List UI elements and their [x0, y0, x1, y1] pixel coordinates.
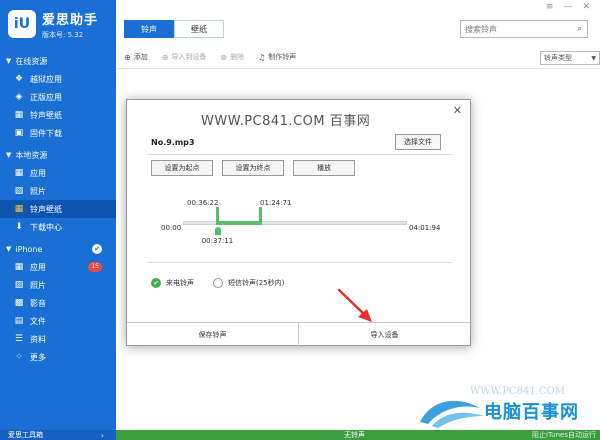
- save-ringtone-button[interactable]: 保存铃声: [127, 323, 298, 346]
- selection-range[interactable]: [216, 221, 262, 225]
- sidebar-item-iphone-more[interactable]: ⁘ 更多: [0, 348, 116, 366]
- photo-icon: ▨: [14, 186, 24, 196]
- start-handle[interactable]: [215, 207, 219, 225]
- import-icon: ⊕: [161, 52, 169, 62]
- window-controls: ≡ — ✕: [546, 2, 590, 12]
- sidebar-item-iphone-files[interactable]: ▤ 文件: [0, 312, 116, 330]
- file-icon: ▤: [14, 316, 24, 326]
- app-version: 版本号: 5.32: [42, 30, 84, 39]
- watermark-name: 电脑百事网: [484, 402, 579, 423]
- add-button[interactable]: ⊕ 添加: [124, 52, 148, 62]
- caret-down-icon: ▼: [6, 245, 12, 253]
- toolbar-divider: [116, 68, 600, 69]
- sidebar-item-local-photos[interactable]: ▨ 照片: [0, 182, 116, 200]
- download-icon: ⬇: [15, 222, 23, 232]
- status-bar: 无铃声 阻止iTunes自动运行: [116, 430, 600, 440]
- status-text: 无铃声: [344, 431, 365, 439]
- import-device-button[interactable]: 导入设备: [298, 323, 470, 346]
- ringtone-maker-dialog: WWW.PC841.COM 百事网 ✕ No.9.mp3 选择文件 设置为起点 …: [126, 99, 471, 346]
- app-logo-icon: iU: [8, 10, 36, 38]
- sidebar-item-iphone-info[interactable]: ☰ 资料: [0, 330, 116, 348]
- sidebar-item-jailbreak-apps[interactable]: ❖ 越狱应用: [0, 70, 116, 88]
- toolbox-button[interactable]: 爱思工具箱 ›: [0, 430, 116, 440]
- app-count-badge: 15: [88, 262, 102, 272]
- info-icon: ☰: [14, 334, 24, 344]
- delete-icon: ⊗: [220, 52, 228, 62]
- more-icon: ⁘: [15, 352, 23, 362]
- watermark-logo-icon: [420, 400, 484, 428]
- section-iphone[interactable]: ▼ iPhone ✔: [0, 240, 116, 258]
- bell-icon: ♫: [258, 52, 266, 62]
- sidebar-item-firmware[interactable]: ▣ 固件下载: [0, 124, 116, 142]
- file-name: No.9.mp3: [151, 138, 195, 147]
- option-sms-ringtone[interactable]: 短信铃声(25秒内): [213, 278, 284, 288]
- menu-icon[interactable]: ≡: [546, 2, 554, 12]
- tab-ringtones[interactable]: 铃声: [124, 20, 174, 38]
- chevron-right-icon: ›: [100, 430, 104, 440]
- caret-down-icon: ▼: [6, 151, 12, 159]
- set-start-button[interactable]: 设置为起点: [151, 160, 213, 176]
- close-icon[interactable]: ✕: [582, 2, 590, 12]
- sidebar-item-local-ringtones[interactable]: ▦ 铃声壁纸: [0, 200, 116, 218]
- ringtone-icon: ▦: [14, 110, 24, 120]
- photo-icon: ▨: [14, 280, 24, 290]
- apps-icon: ▦: [14, 262, 24, 272]
- sidebar-item-local-apps[interactable]: ▦ 应用: [0, 164, 116, 182]
- sidebar-item-official-apps[interactable]: ◈ 正版应用: [0, 88, 116, 106]
- timeline-start-time: 00:00: [161, 224, 182, 232]
- import-to-device-button[interactable]: ⊕ 导入到设备: [162, 52, 207, 62]
- sidebar: iU 爱思助手 版本号: 5.32 ▼ 在线资源 ❖ 越狱应用 ◈ 正版应用 ▦…: [0, 0, 116, 440]
- play-button[interactable]: 播放: [293, 160, 355, 176]
- selection-end-time: 01:24:71: [260, 199, 292, 207]
- delete-button[interactable]: ⊗ 删除: [220, 52, 244, 62]
- ringtone-wallpaper-tabs: 铃声 壁纸: [124, 20, 224, 38]
- dialog-divider: [147, 154, 452, 155]
- playhead-handle[interactable]: [214, 227, 221, 235]
- choose-file-button[interactable]: 选择文件: [395, 134, 441, 150]
- sidebar-item-online-ringtones[interactable]: ▦ 铃声壁纸: [0, 106, 116, 124]
- dropbox-icon: ❖: [14, 74, 24, 84]
- app-store-icon: ◈: [15, 92, 23, 102]
- chevron-down-icon: ▼: [591, 54, 596, 62]
- end-handle[interactable]: [259, 207, 263, 225]
- media-icon: ▩: [14, 298, 24, 308]
- search-input[interactable]: 搜索铃声 ⌕: [460, 20, 588, 38]
- connected-check-icon: ✔: [92, 244, 102, 254]
- selection-start-time: 00:36:22: [187, 199, 219, 207]
- sidebar-item-downloads[interactable]: ⬇ 下载中心: [0, 218, 116, 236]
- make-ringtone-button[interactable]: ♫ 制作铃声: [258, 52, 296, 62]
- timeline-end-time: 04:01:94: [409, 224, 441, 232]
- caret-down-icon: ▼: [6, 57, 12, 65]
- radio-checked-icon: ✔: [151, 278, 161, 288]
- toolbar: ⊕ 添加 ⊕ 导入到设备 ⊗ 删除 ♫ 制作铃声: [124, 52, 310, 62]
- section-local[interactable]: ▼ 本地资源: [0, 146, 116, 164]
- firmware-icon: ▣: [14, 128, 24, 138]
- sidebar-item-iphone-photos[interactable]: ▨ 照片: [0, 276, 116, 294]
- set-end-button[interactable]: 设置为终点: [222, 160, 284, 176]
- playhead-time: 00:37:11: [201, 237, 234, 245]
- add-icon: ⊕: [124, 52, 131, 62]
- section-online[interactable]: ▼ 在线资源: [0, 52, 116, 70]
- dialog-footer: 保存铃声 导入设备: [127, 322, 470, 346]
- tab-wallpapers[interactable]: 壁纸: [174, 20, 224, 38]
- ringtone-icon: ▦: [14, 204, 24, 214]
- minimize-icon[interactable]: —: [563, 2, 572, 12]
- logo-area: iU 爱思助手 版本号: 5.32: [0, 0, 116, 48]
- block-itunes-toggle[interactable]: 阻止iTunes自动运行: [532, 430, 596, 440]
- ringtone-type-select[interactable]: 铃声类型 ▼: [540, 51, 600, 65]
- option-call-ringtone[interactable]: ✔ 来电铃声: [151, 278, 194, 288]
- radio-unchecked-icon: [213, 278, 223, 288]
- red-arrow-icon: [337, 288, 372, 322]
- search-icon[interactable]: ⌕: [577, 24, 582, 34]
- apps-icon: ▦: [14, 168, 24, 178]
- sidebar-item-iphone-apps[interactable]: ▦ 应用 15: [0, 258, 116, 276]
- app-name: 爱思助手: [42, 12, 99, 28]
- dialog-title: WWW.PC841.COM 百事网: [201, 114, 371, 129]
- sidebar-item-iphone-media[interactable]: ▩ 影音: [0, 294, 116, 312]
- close-icon[interactable]: ✕: [453, 104, 462, 117]
- dialog-divider: [147, 262, 452, 263]
